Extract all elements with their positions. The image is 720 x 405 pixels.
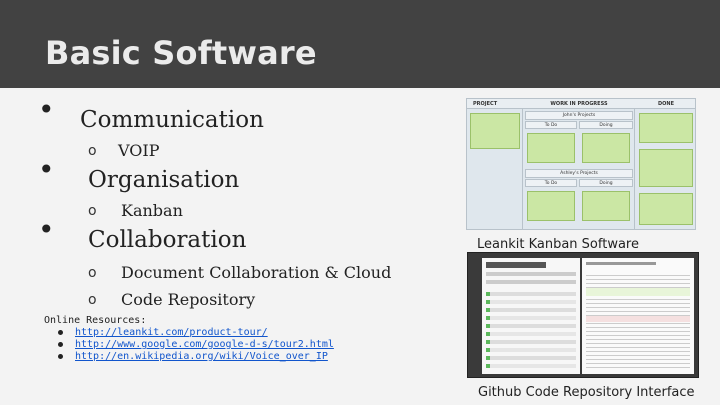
sub-marker: o <box>88 203 97 219</box>
bullet-collaboration: Collaboration <box>88 227 247 253</box>
kanban-caption: Leankit Kanban Software <box>477 237 639 252</box>
kanban-lane-john: John's Projects <box>525 111 633 120</box>
bullet-dot: • <box>38 93 55 126</box>
resource-link-wikipedia[interactable]: http://en.wikipedia.org/wiki/Voice_over_… <box>75 351 328 362</box>
kanban-card <box>527 191 575 221</box>
kanban-card <box>639 113 693 143</box>
bullet-dot: • <box>38 213 55 246</box>
kanban-card <box>639 149 693 187</box>
bullet-dot: • <box>38 153 55 186</box>
kanban-lane-ashley: Ashley's Projects <box>525 169 633 178</box>
list-bullet <box>58 353 63 359</box>
resource-link-leankit[interactable]: http://leankit.com/product-tour/ <box>75 327 268 338</box>
kanban-subcol-todo: To Do <box>525 179 577 187</box>
sub-kanban: Kanban <box>121 201 183 220</box>
list-bullet <box>58 329 63 335</box>
sub-marker: o <box>88 265 97 281</box>
list-bullet <box>58 341 63 347</box>
bullet-organisation: Organisation <box>88 167 240 193</box>
resource-item: http://leankit.com/product-tour/ <box>58 327 268 338</box>
sub-marker: o <box>88 143 97 159</box>
github-diff-view <box>582 258 694 374</box>
bullet-communication: Communication <box>80 107 264 133</box>
resources-title: Online Resources: <box>44 315 147 326</box>
resource-link-google[interactable]: http://www.google.com/google-d-s/tour2.h… <box>75 339 334 350</box>
kanban-column-done: DONE <box>635 99 695 109</box>
resource-item: http://en.wikipedia.org/wiki/Voice_over_… <box>58 351 328 362</box>
resource-item: http://www.google.com/google-d-s/tour2.h… <box>58 339 334 350</box>
sub-code-repository: Code Repository <box>121 290 256 309</box>
sub-document-collaboration: Document Collaboration & Cloud <box>121 263 392 282</box>
kanban-column-project: PROJECT <box>467 99 523 109</box>
sub-marker: o <box>88 292 97 308</box>
slide-title: Basic Software <box>45 34 317 72</box>
kanban-card <box>639 193 693 225</box>
github-caption: Github Code Repository Interface <box>478 385 695 400</box>
kanban-subcol-doing: Doing <box>579 121 633 129</box>
kanban-column-wip: WORK IN PROGRESS <box>523 99 635 109</box>
kanban-card <box>582 191 630 221</box>
kanban-card <box>582 133 630 163</box>
sub-voip: VOIP <box>118 141 160 160</box>
github-screenshot <box>467 252 699 378</box>
kanban-card <box>470 113 520 149</box>
kanban-subcol-doing: Doing <box>579 179 633 187</box>
kanban-card <box>527 133 575 163</box>
github-file-list <box>482 258 580 374</box>
kanban-screenshot: PROJECT WORK IN PROGRESS DONE John's Pro… <box>466 98 696 230</box>
kanban-subcol-todo: To Do <box>525 121 577 129</box>
